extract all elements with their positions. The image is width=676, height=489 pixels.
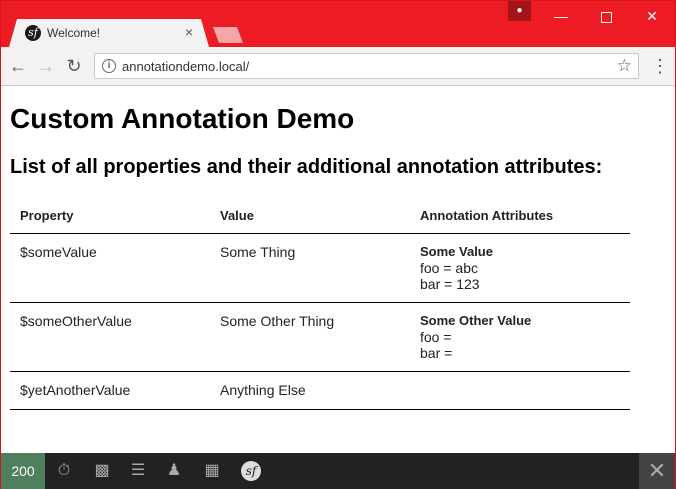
tab-title: Welcome! <box>47 26 101 40</box>
maximize-icon <box>600 11 612 23</box>
memory-icon[interactable]: ▩ <box>92 461 112 481</box>
property-cell: $yetAnotherValue <box>20 382 131 398</box>
symfony-favicon-icon: sf <box>25 25 41 41</box>
value-cell: Anything Else <box>220 382 306 398</box>
properties-table: Property Value Annotation Attributes $so… <box>10 198 630 410</box>
attribute-line: foo = abc <box>420 260 478 276</box>
close-window-button[interactable]: ✕ <box>629 1 675 31</box>
page-content: Custom Annotation Demo List of all prope… <box>1 86 675 453</box>
page-subtitle: List of all properties and their additio… <box>10 156 603 178</box>
symfony-logo-icon[interactable]: sf <box>241 461 261 481</box>
value-cell: Some Thing <box>220 244 296 260</box>
forward-icon[interactable]: → <box>36 56 56 76</box>
attributes-cell: Some Value foo = abc bar = 123 <box>420 244 493 292</box>
user-icon[interactable]: ♟ <box>164 461 184 481</box>
attributes-cell: Some Other Value foo = bar = <box>420 313 531 361</box>
table-row: $someOtherValue Some Other Thing Some Ot… <box>10 303 630 372</box>
address-bar[interactable]: i annotationdemo.local/ ☆ <box>94 53 639 79</box>
property-cell: $someValue <box>20 244 97 260</box>
header-annotation-attributes: Annotation Attributes <box>420 208 554 223</box>
page-title: Custom Annotation Demo <box>10 103 355 134</box>
browser-tab[interactable]: sf Welcome! × <box>9 19 209 47</box>
panel-icon[interactable]: ▦ <box>202 461 222 481</box>
table-header-row: Property Value Annotation Attributes <box>10 198 630 234</box>
attribute-name: Some Other Value <box>420 313 532 328</box>
menu-icon[interactable]: ⋮ <box>651 56 669 76</box>
info-icon[interactable]: i <box>102 59 116 73</box>
tab-close-icon[interactable]: × <box>185 24 193 40</box>
table-row: $someValue Some Thing Some Value foo = a… <box>10 234 630 303</box>
maximize-button[interactable] <box>583 1 629 31</box>
header-property: Property <box>20 208 74 223</box>
stopwatch-icon[interactable]: ⏱ <box>54 461 74 481</box>
header-value: Value <box>220 208 254 223</box>
bookmark-star-icon[interactable]: ☆ <box>617 56 632 76</box>
attribute-line: bar = 123 <box>420 276 480 292</box>
url-text[interactable]: annotationdemo.local/ <box>122 59 249 74</box>
title-bar: sf Welcome! × ● — ✕ <box>1 1 675 47</box>
minimize-button[interactable]: — <box>538 1 584 31</box>
layers-icon[interactable]: ☰ <box>128 461 148 481</box>
attribute-line: bar = <box>420 345 453 361</box>
reload-icon[interactable]: ↻ <box>64 56 84 76</box>
value-cell: Some Other Thing <box>220 313 335 329</box>
property-cell: $someOtherValue <box>20 313 132 329</box>
attribute-line: foo = <box>420 329 452 345</box>
browser-toolbar: ← → ↻ i annotationdemo.local/ ☆ ⋮ <box>1 47 675 86</box>
symfony-debug-toolbar: 200 ⏱ ▩ ☰ ♟ ▦ sf ✕ <box>1 453 675 489</box>
table-row: $yetAnotherValue Anything Else <box>10 372 630 410</box>
browser-window: sf Welcome! × ● — ✕ ← → ↻ i annotationde… <box>0 0 676 489</box>
status-code-badge[interactable]: 200 <box>1 453 45 489</box>
profile-icon[interactable]: ● <box>508 1 531 21</box>
attribute-name: Some Value <box>420 244 493 259</box>
close-toolbar-button[interactable]: ✕ <box>639 453 675 489</box>
back-icon[interactable]: ← <box>8 56 28 76</box>
new-tab-button[interactable] <box>213 27 243 43</box>
